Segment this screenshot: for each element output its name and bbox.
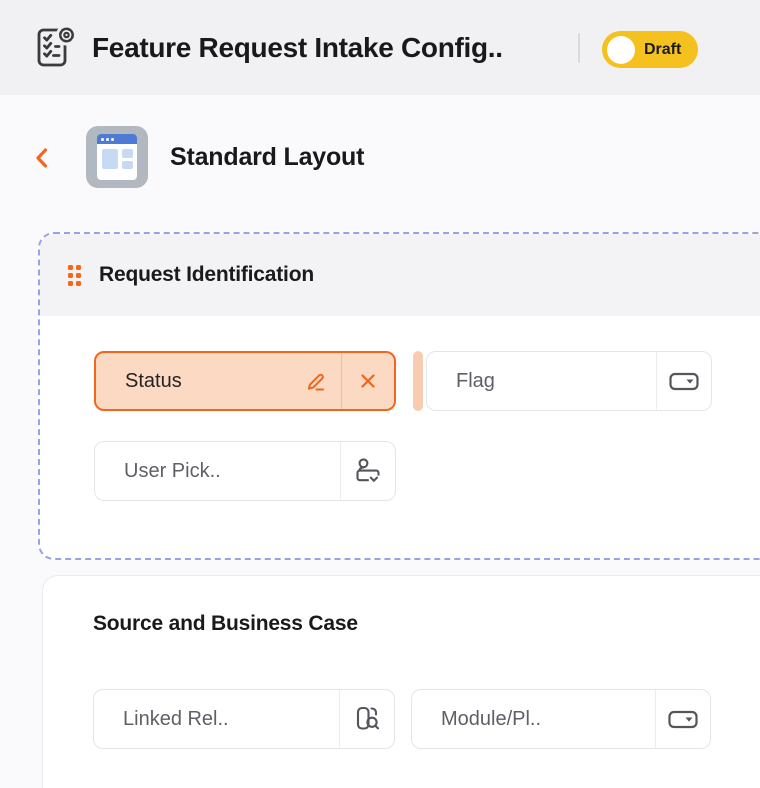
drop-indicator [413, 351, 423, 411]
section-request-identification: Request Identification Status Flag User … [38, 232, 760, 560]
field-linked-release[interactable]: Linked Rel.. [93, 689, 395, 749]
lookup-icon [340, 705, 394, 733]
page-title: Feature Request Intake Config.. [92, 31, 503, 63]
chevron-left-icon [31, 145, 53, 171]
section-title: Request Identification [99, 263, 314, 286]
status-toggle[interactable]: Draft [602, 31, 699, 68]
drag-handle-icon[interactable] [68, 264, 81, 286]
field-module-platform[interactable]: Module/Pl.. [411, 689, 711, 749]
section-source-business-case: Source and Business Case Linked Rel.. Mo… [42, 575, 760, 788]
status-badge: Draft [644, 40, 682, 58]
field-status[interactable]: Status [94, 351, 396, 411]
field-label: Status [125, 369, 182, 392]
user-picker-icon [341, 457, 395, 486]
section-header: Request Identification [40, 234, 760, 316]
edit-icon [304, 368, 330, 394]
field-label: Linked Rel.. [123, 707, 229, 730]
toggle-knob-icon [607, 35, 635, 64]
back-button[interactable] [28, 144, 56, 172]
field-flag[interactable]: Flag [426, 351, 712, 411]
layout-icon [86, 126, 148, 188]
remove-field-button[interactable] [342, 353, 394, 409]
form-settings-icon [32, 24, 78, 70]
field-label: User Pick.. [124, 459, 221, 482]
field-label: Flag [456, 369, 495, 392]
section-title: Source and Business Case [93, 612, 358, 635]
dropdown-icon [656, 709, 710, 730]
form-builder-screen: Feature Request Intake Config.. Draft St… [0, 0, 760, 788]
header-bar: Feature Request Intake Config.. Draft [0, 0, 760, 95]
close-icon [358, 371, 378, 391]
edit-field-button[interactable] [293, 353, 341, 409]
header-divider [578, 33, 580, 63]
layout-title: Standard Layout [170, 142, 365, 171]
field-user-picker[interactable]: User Pick.. [94, 441, 396, 501]
dropdown-icon [657, 371, 711, 392]
field-label: Module/Pl.. [441, 707, 542, 730]
